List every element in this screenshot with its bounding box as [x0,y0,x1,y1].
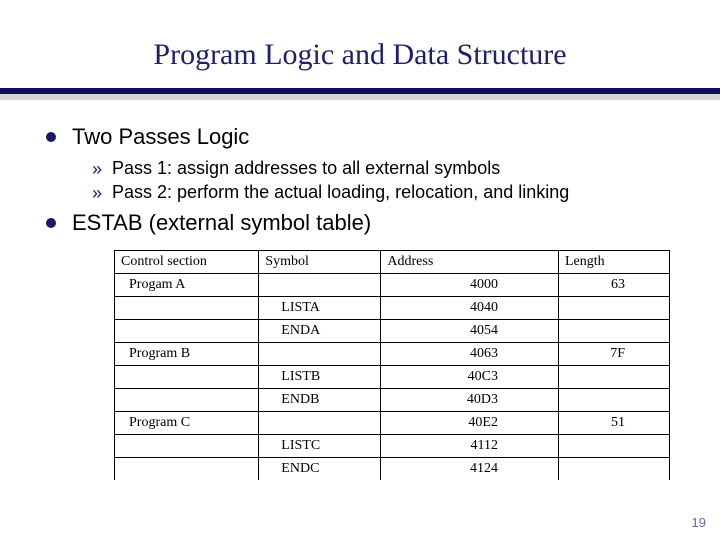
bullet-item: ESTAB (external symbol table) [46,210,674,236]
cell-address: 4000 [381,274,559,297]
cell-address: 40E2 [381,412,559,435]
cell-control-section [115,458,259,481]
cell-length [558,435,669,458]
cell-control-section: Program C [115,412,259,435]
cell-address: 4063 [381,343,559,366]
cell-control-section [115,435,259,458]
cell-length [558,297,669,320]
bullet-icon [46,218,56,228]
table-row: LISTB 40C3 [115,366,670,389]
bullet-icon [46,132,56,142]
col-header-control-section: Control section [115,251,259,274]
cell-control-section: Program B [115,343,259,366]
table-row: Progam A 4000 63 [115,274,670,297]
cell-length [558,366,669,389]
cell-address: 40C3 [381,366,559,389]
cell-symbol: ENDC [259,458,381,481]
table-row: ENDC 4124 [115,458,670,481]
page-number: 19 [692,515,706,530]
cell-symbol: LISTA [259,297,381,320]
cell-address: 4124 [381,458,559,481]
cell-address: 4040 [381,297,559,320]
slide: Program Logic and Data Structure Two Pas… [0,0,720,540]
table-row: ENDB 40D3 [115,389,670,412]
sub-bullet-text: Pass 2: perform the actual loading, relo… [112,182,569,203]
cell-control-section [115,320,259,343]
table-row: Program B 4063 7F [115,343,670,366]
table-row: LISTA 4040 [115,297,670,320]
cell-length: 7F [558,343,669,366]
cell-symbol [259,274,381,297]
bullet-text: Two Passes Logic [72,124,249,150]
cell-symbol: ENDB [259,389,381,412]
bullet-text: ESTAB (external symbol table) [72,210,371,236]
cell-symbol: LISTB [259,366,381,389]
bullet-item: Two Passes Logic [46,124,674,150]
slide-title: Program Logic and Data Structure [0,0,720,72]
cell-control-section [115,297,259,320]
sub-bullet-item: » Pass 2: perform the actual loading, re… [92,182,674,204]
cell-address: 4112 [381,435,559,458]
cell-length: 51 [558,412,669,435]
estab-table-wrap: Control section Symbol Address Length Pr… [114,250,670,480]
col-header-symbol: Symbol [259,251,381,274]
cell-control-section [115,389,259,412]
cell-length [558,458,669,481]
sub-bullet-text: Pass 1: assign addresses to all external… [112,158,500,179]
table-row: ENDA 4054 [115,320,670,343]
divider [0,88,720,100]
sub-bullet-item: » Pass 1: assign addresses to all extern… [92,158,674,180]
chevron-icon: » [92,158,102,180]
cell-control-section [115,366,259,389]
cell-length: 63 [558,274,669,297]
estab-table: Control section Symbol Address Length Pr… [114,250,670,480]
cell-address: 40D3 [381,389,559,412]
cell-length [558,320,669,343]
table-row: LISTC 4112 [115,435,670,458]
cell-symbol: ENDA [259,320,381,343]
table-row: Program C 40E2 51 [115,412,670,435]
sub-list: » Pass 1: assign addresses to all extern… [92,158,674,204]
col-header-address: Address [381,251,559,274]
cell-control-section: Progam A [115,274,259,297]
cell-symbol [259,412,381,435]
cell-symbol [259,343,381,366]
cell-symbol: LISTC [259,435,381,458]
chevron-icon: » [92,182,102,204]
table-header-row: Control section Symbol Address Length [115,251,670,274]
cell-length [558,389,669,412]
cell-address: 4054 [381,320,559,343]
slide-body: Two Passes Logic » Pass 1: assign addres… [0,100,720,480]
col-header-length: Length [558,251,669,274]
